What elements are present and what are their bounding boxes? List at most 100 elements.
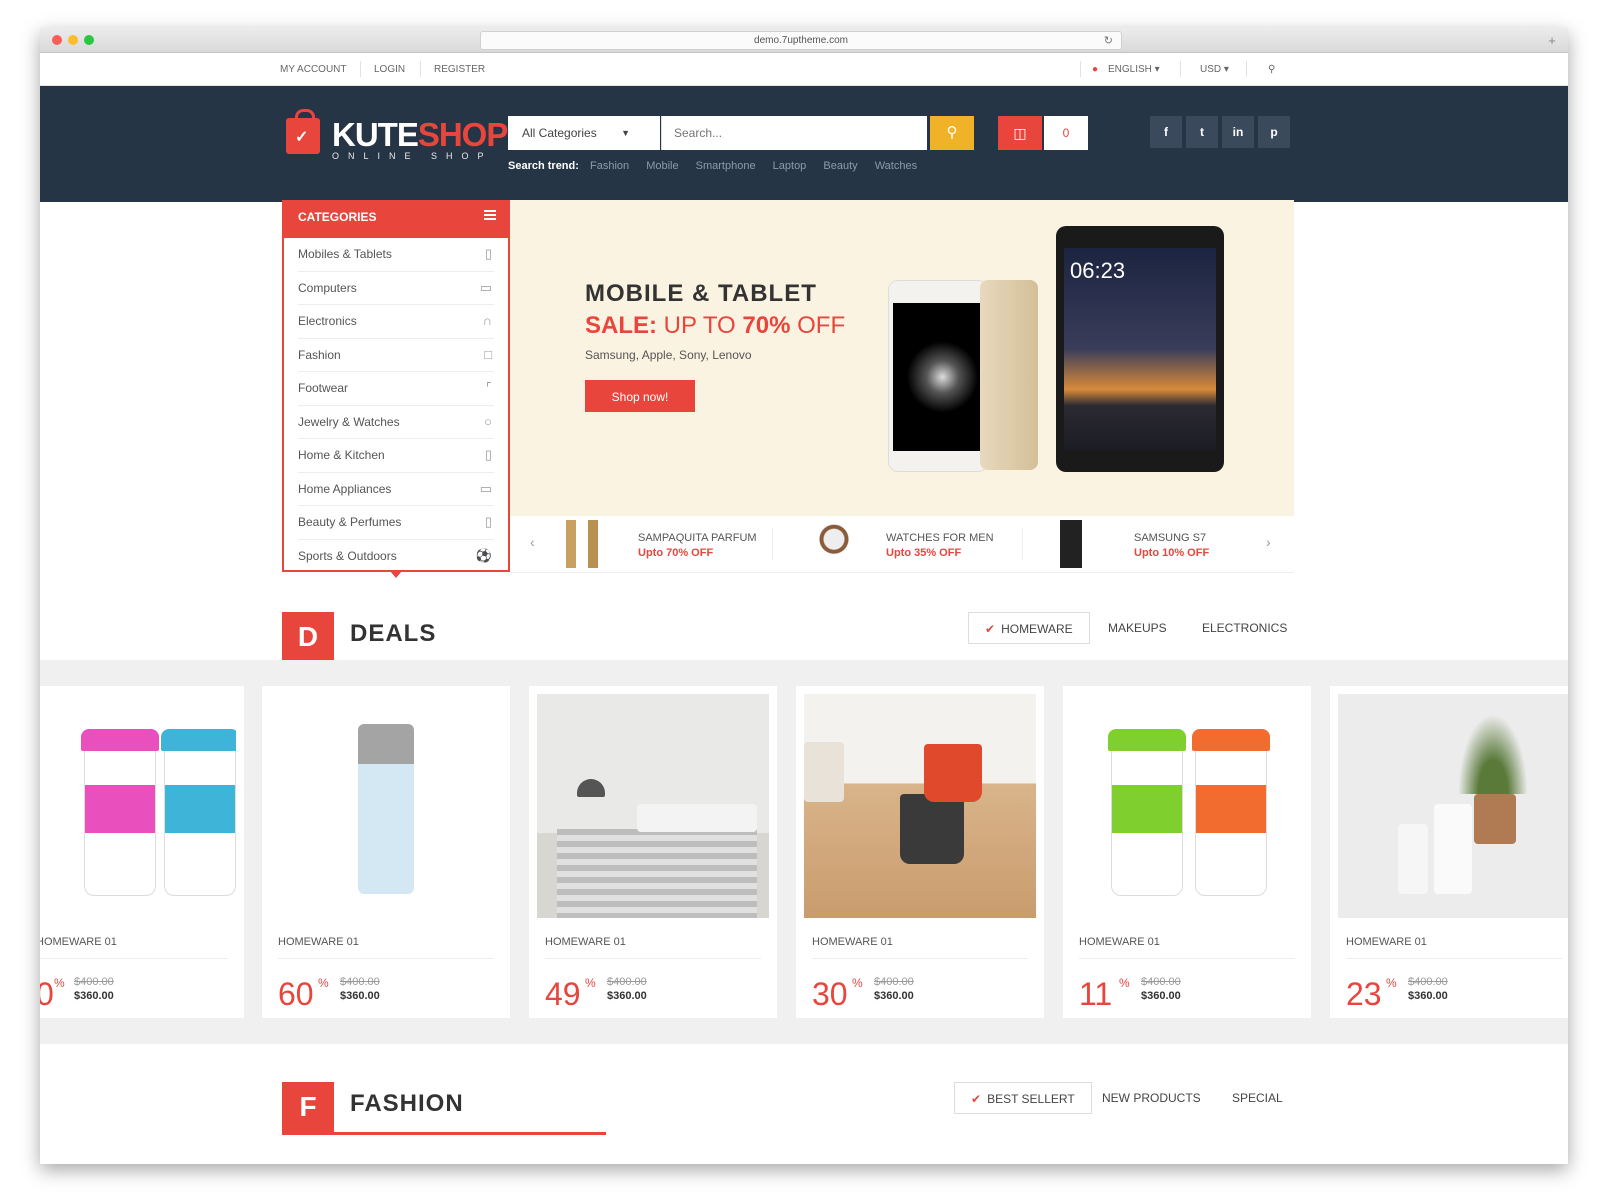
top-bar: MY ACCOUNT LOGIN REGISTER ● ENGLISH ▾ US… [40, 53, 1568, 86]
watch-image [810, 520, 858, 568]
category-item-home-appliances[interactable]: Home Appliances ▭ [298, 473, 494, 506]
old-price: $400.00 [607, 976, 647, 988]
maximize-window-button[interactable] [84, 35, 94, 45]
category-item-mobiles[interactable]: Mobiles & Tablets ▯ [298, 238, 494, 272]
divider [278, 958, 494, 959]
new-tab-button[interactable]: + [1542, 33, 1562, 49]
trend-label: Search trend: [508, 160, 579, 172]
percent-sign: % [54, 976, 65, 990]
shopping-bag-icon[interactable]: ✓ [286, 109, 320, 154]
category-select[interactable]: All Categories ▼ [508, 116, 660, 150]
category-label: Jewelry & Watches [298, 414, 400, 429]
site-logo[interactable]: KUTESHOP [332, 116, 508, 154]
promo-offer: Upto 35% OFF [886, 547, 962, 559]
shop-now-button[interactable]: Shop now! [585, 380, 695, 412]
hero-sale: SALE: UP TO 70% OFF [585, 312, 845, 340]
minimize-window-button[interactable] [68, 35, 78, 45]
tab-best-seller[interactable]: BEST SELLERT [954, 1082, 1092, 1114]
sale-post: OFF [797, 312, 846, 339]
categories-header[interactable]: CATEGORIES [284, 200, 508, 238]
perfume-image [558, 520, 606, 568]
percent-sign: % [318, 976, 329, 990]
address-bar[interactable]: demo.7uptheme.com ↻ [480, 31, 1122, 50]
cart-count[interactable]: 0 [1044, 116, 1088, 150]
product-name: HOMEWARE 01 [545, 936, 626, 948]
category-item-electronics[interactable]: Electronics ∩ [298, 305, 494, 339]
deals-icon: D [282, 612, 334, 662]
product-name: HOMEWARE 01 [1079, 936, 1160, 948]
linkedin-icon[interactable]: in [1222, 116, 1254, 148]
product-card[interactable]: HOMEWARE 01 30 % $400.00 $360.00 [796, 686, 1044, 1018]
logo-tagline: ONLINE SHOP [332, 151, 493, 161]
menu-icon[interactable] [484, 214, 496, 216]
shirt-icon: □ [484, 346, 492, 362]
tab-homeware[interactable]: HOMEWARE [968, 612, 1090, 644]
category-label: Mobiles & Tablets [298, 247, 392, 261]
promo-title: WATCHES FOR MEN [886, 532, 994, 544]
trend-link[interactable]: Smartphone [696, 160, 756, 172]
tab-special[interactable]: SPECIAL [1216, 1082, 1299, 1114]
search-button[interactable]: ⚲ [930, 116, 974, 150]
tab-new-products[interactable]: NEW PRODUCTS [1086, 1082, 1217, 1114]
category-item-computers[interactable]: Computers ▭ [298, 272, 494, 305]
browser-titlebar: demo.7uptheme.com ↻ + [40, 28, 1568, 53]
divider [772, 528, 773, 560]
old-price: $400.00 [340, 976, 380, 988]
register-link[interactable]: REGISTER [434, 64, 485, 75]
product-discount: 11 [1079, 976, 1113, 1012]
product-discount: 0 [40, 976, 54, 1012]
trend-link[interactable]: Laptop [773, 160, 807, 172]
search-icon: ⚲ [946, 124, 958, 141]
product-card[interactable]: HOMEWARE 01 49 % $400.00 $360.00 [529, 686, 777, 1018]
chevron-right-icon[interactable]: › [1266, 534, 1271, 550]
headphones-icon: ∩ [482, 313, 492, 328]
bottle-icon: ▯ [484, 447, 492, 462]
category-item-beauty[interactable]: Beauty & Perfumes ▯ [298, 506, 494, 540]
trend-link[interactable]: Watches [875, 160, 917, 172]
percent-sign: % [585, 976, 596, 990]
category-item-jewelry[interactable]: Jewelry & Watches ○ [298, 406, 494, 439]
pinterest-icon[interactable]: p [1258, 116, 1290, 148]
login-link[interactable]: LOGIN [374, 64, 405, 75]
ring-icon: ○ [484, 413, 492, 429]
product-image [1338, 694, 1568, 918]
reload-icon[interactable]: ↻ [1104, 33, 1113, 50]
facebook-icon[interactable]: f [1150, 116, 1182, 148]
product-card[interactable]: HOMEWARE 01 60 % $400.00 $360.00 [262, 686, 510, 1018]
location-icon[interactable]: ⚲ [1268, 64, 1275, 75]
promo-title: SAMSUNG S7 [1134, 532, 1207, 544]
product-card[interactable]: HOMEWARE 01 23 % $400.00 $360.00 [1330, 686, 1568, 1018]
trend-link[interactable]: Fashion [590, 160, 629, 172]
tab-makeups[interactable]: MAKEUPS [1092, 612, 1183, 644]
laptop-icon: ▭ [479, 279, 492, 295]
trend-link[interactable]: Beauty [823, 160, 857, 172]
trend-link[interactable]: Mobile [646, 160, 678, 172]
tab-electronics[interactable]: ELECTRONICS [1186, 612, 1303, 644]
new-price: $360.00 [340, 990, 380, 1002]
divider [40, 958, 228, 959]
divider [420, 61, 421, 77]
close-window-button[interactable] [52, 35, 62, 45]
chevron-left-icon[interactable]: ‹ [530, 534, 535, 550]
search-input[interactable] [661, 116, 927, 150]
currency-select[interactable]: USD ▾ [1200, 64, 1229, 75]
my-account-link[interactable]: MY ACCOUNT [280, 64, 347, 75]
divider [1022, 528, 1023, 560]
product-card[interactable]: HOMEWARE 01 11 % $400.00 $360.00 [1063, 686, 1311, 1018]
search-trends: Search trend: Fashion Mobile Smartphone … [508, 160, 931, 172]
product-card[interactable]: HOMEWARE 01 0 % $400.00 $360.00 [40, 686, 244, 1018]
old-price: $400.00 [874, 976, 914, 988]
category-item-sports[interactable]: Sports & Outdoors ⚽ [298, 540, 494, 573]
product-image [804, 694, 1036, 918]
fashion-underline [282, 1132, 606, 1135]
twitter-icon[interactable]: t [1186, 116, 1218, 148]
category-label: Home Appliances [298, 481, 392, 496]
category-item-fashion[interactable]: Fashion □ [298, 339, 494, 372]
category-item-footwear[interactable]: Footwear ⌜ [298, 372, 494, 406]
new-price: $360.00 [607, 990, 647, 1002]
divider [1080, 61, 1081, 77]
language-select[interactable]: ENGLISH ▾ [1108, 64, 1160, 75]
category-item-home-kitchen[interactable]: Home & Kitchen ▯ [298, 439, 494, 473]
cart-button[interactable]: ◫ [998, 116, 1042, 150]
site-header: ✓ KUTESHOP ONLINE SHOP All Categories ▼ … [40, 86, 1568, 202]
